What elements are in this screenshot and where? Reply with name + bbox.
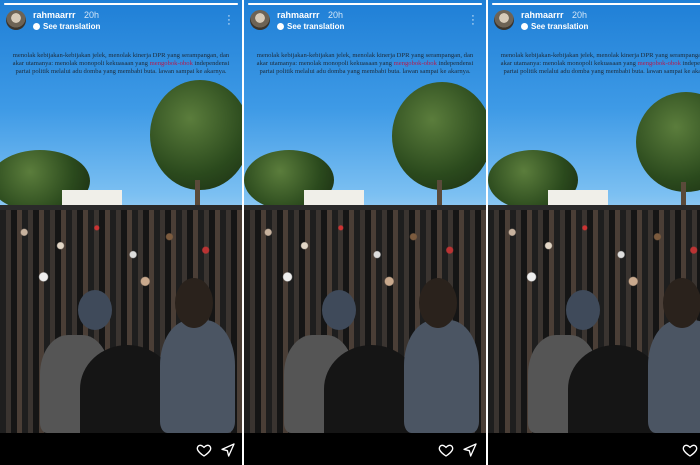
see-translation-link[interactable]: See translation	[521, 22, 588, 31]
story-row: rahmaarrr 20h See translation · · · menola…	[0, 0, 700, 465]
see-translation-label: See translation	[287, 22, 345, 31]
post-time: 20h	[84, 10, 100, 20]
more-vertical-icon[interactable]: · · ·	[226, 11, 232, 30]
translate-icon	[33, 23, 40, 30]
caption-highlight: mengobok-obok	[637, 60, 681, 68]
story-panel-1[interactable]: rahmaarrr 20h See translation · · · menola…	[0, 0, 242, 465]
story-progress-bar	[4, 3, 238, 5]
see-translation-label: See translation	[531, 22, 589, 31]
heart-icon[interactable]	[682, 442, 698, 458]
story-progress-bar	[492, 3, 700, 5]
story-header: rahmaarrr 20h See translation · · ·	[6, 8, 236, 34]
story-header: rahmaarrr 20h See translation · · ·	[250, 8, 480, 34]
post-time: 20h	[328, 10, 344, 20]
translate-icon	[521, 23, 528, 30]
post-time: 20h	[572, 10, 588, 20]
username[interactable]: rahmaarrr	[33, 10, 76, 20]
avatar[interactable]	[494, 10, 514, 30]
caption-highlight: mengobok-obok	[149, 60, 193, 68]
see-translation-link[interactable]: See translation	[33, 22, 100, 31]
story-caption: menolak kebijakan-kebijakan jelek, menol…	[12, 52, 230, 76]
story-caption: menolak kebijakan-kebijakan jelek, menol…	[500, 52, 700, 76]
story-footer	[244, 433, 486, 465]
story-header: rahmaarrr 20h See translation	[494, 8, 694, 34]
avatar[interactable]	[250, 10, 270, 30]
more-vertical-icon[interactable]: · · ·	[470, 11, 476, 30]
username[interactable]: rahmaarrr	[521, 10, 564, 20]
story-progress-bar	[248, 3, 482, 5]
story-caption: menolak kebijakan-kebijakan jelek, menol…	[256, 52, 474, 76]
caption-highlight: mengobok-obok	[393, 60, 437, 68]
translate-icon	[277, 23, 284, 30]
see-translation-label: See translation	[43, 22, 101, 31]
heart-icon[interactable]	[438, 442, 454, 458]
story-footer	[488, 433, 700, 465]
avatar[interactable]	[6, 10, 26, 30]
heart-icon[interactable]	[196, 442, 212, 458]
story-panel-2[interactable]: rahmaarrr 20h See translation · · · menola…	[244, 0, 486, 465]
send-icon[interactable]	[462, 442, 478, 458]
username[interactable]: rahmaarrr	[277, 10, 320, 20]
story-footer	[0, 433, 242, 465]
story-panel-3[interactable]: rahmaarrr 20h See translation menolak ke…	[488, 0, 700, 465]
send-icon[interactable]	[220, 442, 236, 458]
see-translation-link[interactable]: See translation	[277, 22, 344, 31]
